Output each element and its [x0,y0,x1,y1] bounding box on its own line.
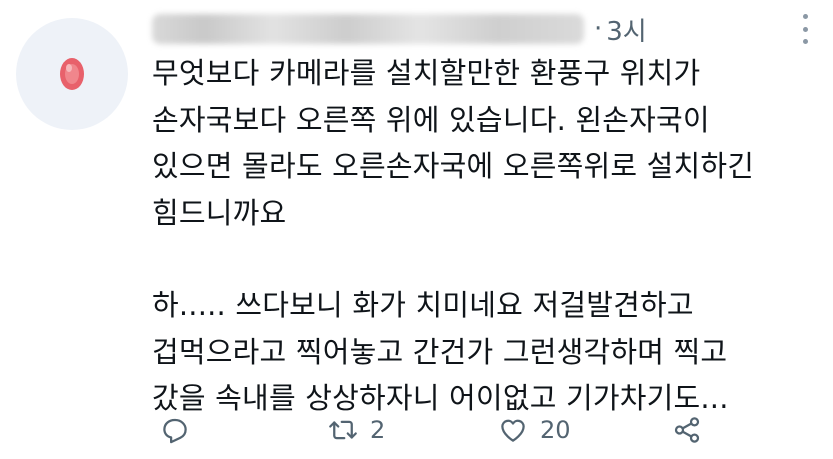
tweet-line: 있으면 몰라도 오른손자국에 오른쪽위로 설치하긴 [152,149,755,183]
more-options-icon[interactable] [799,14,811,44]
retweet-button[interactable]: 2 [328,410,385,450]
tweet-line: 하..... 쓰다보니 화가 치미네요 저걸발견하고 [152,288,694,322]
avatar[interactable] [16,18,128,130]
blurred-username[interactable] [152,14,584,44]
like-count: 20 [540,416,571,444]
timestamp[interactable]: 3시 [606,11,646,48]
header-separator: · [594,14,603,44]
retweet-icon [329,420,357,440]
share-icon [674,417,700,443]
gem-icon [60,58,84,90]
tweet-line: 손자국보다 오른쪽 위에 있습니다. 왼손자국이 [152,102,710,137]
reply-icon [163,418,187,444]
like-button[interactable]: 20 [498,410,571,450]
tweet[interactable]: · 3시 무엇보다 카메라를 설치할만한 환풍구 위치가 손자국보다 오른쪽 위… [0,0,833,459]
retweet-count: 2 [370,416,386,444]
action-bar: 2 20 [152,410,712,450]
tweet-line: 힘드니까요 [152,195,287,230]
share-button[interactable] [672,410,702,450]
tweet-line: 무엇보다 카메라를 설치할만한 환풍구 위치가 [152,56,701,90]
tweet-line: 겁먹으라고 찍어놓고 간건가 그런생각하며 찍고 [152,334,728,369]
reply-button[interactable] [160,410,190,450]
tweet-header: · 3시 [152,6,647,52]
heart-icon [501,419,525,442]
tweet-text: 무엇보다 카메라를 설치할만한 환풍구 위치가 손자국보다 오른쪽 위에 있습니… [152,50,812,422]
